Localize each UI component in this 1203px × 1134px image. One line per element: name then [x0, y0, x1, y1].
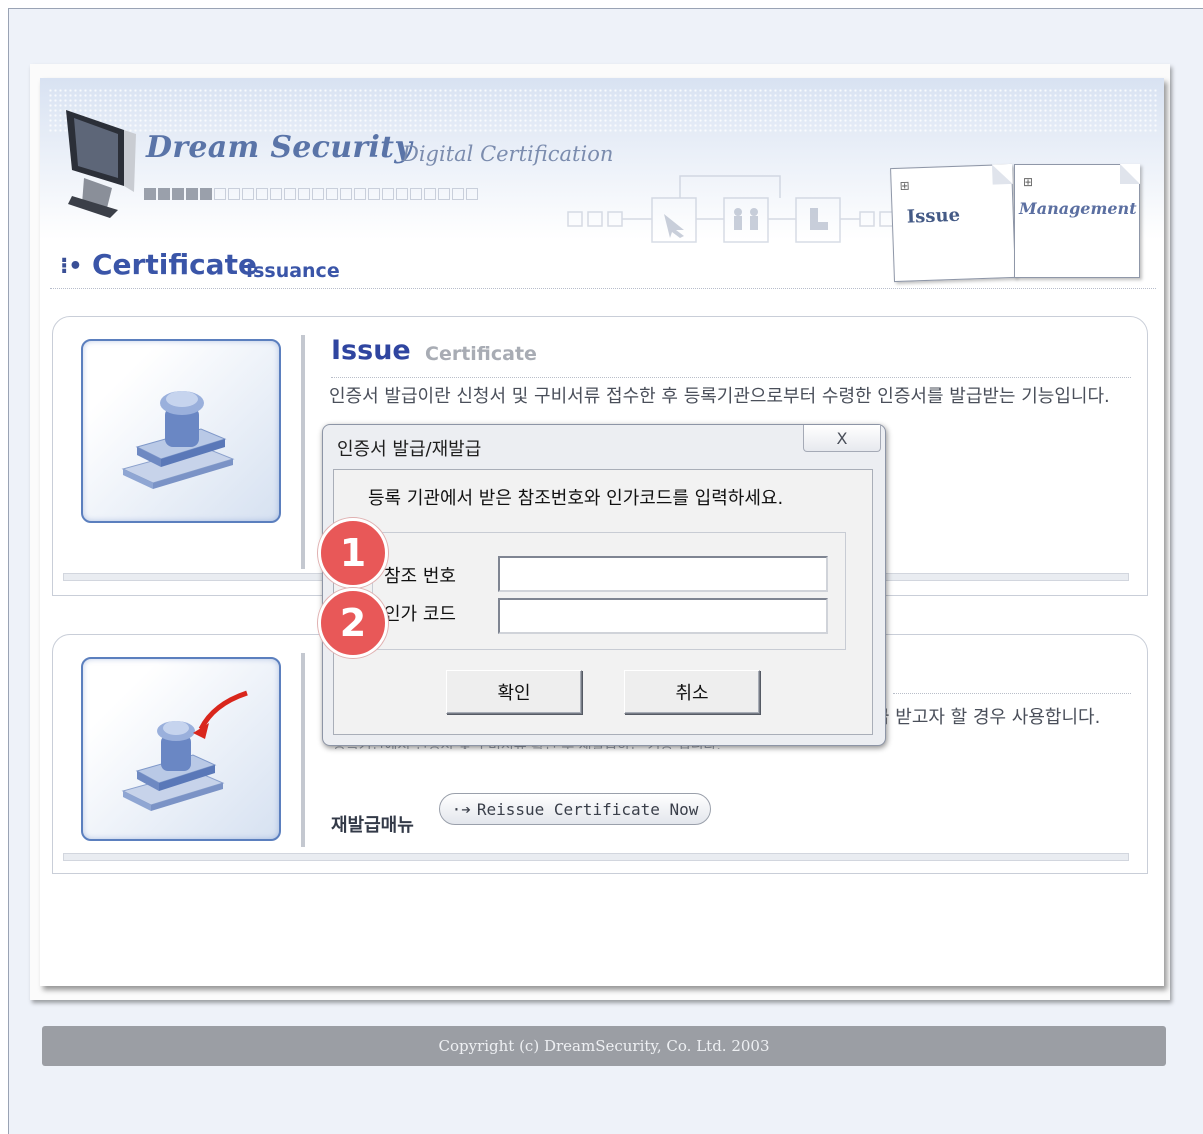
section-divider	[50, 288, 1156, 289]
authorization-code-input[interactable]	[498, 598, 828, 634]
vertical-divider	[301, 653, 305, 847]
step-2-badge: 2	[318, 588, 388, 658]
cancel-button[interactable]: 취소	[624, 670, 760, 714]
plus-box-icon: ⊞	[899, 178, 910, 193]
section-bullet-icon: ⁝•	[60, 254, 83, 279]
reissue-image-box[interactable]	[81, 657, 281, 841]
progress-square	[284, 188, 296, 200]
section-title: Certificate	[92, 248, 257, 281]
progress-square	[438, 188, 450, 200]
dialog-instruction: 등록 기관에서 받은 참조번호와 인가코드를 입력하세요.	[368, 488, 784, 509]
reissue-description-tail: 급 받고자 할 경우 사용합니다.	[873, 707, 1101, 728]
progress-square	[354, 188, 366, 200]
brand-title: Dream Security	[146, 130, 413, 165]
progress-square	[256, 188, 268, 200]
progress-square	[242, 188, 254, 200]
reissue-divider	[893, 693, 1131, 694]
monitor-icon	[66, 110, 136, 218]
tab-management-label: Management	[1019, 199, 1137, 218]
progress-squares	[144, 188, 478, 200]
progress-square	[466, 188, 478, 200]
footer-bar: Copyright (c) DreamSecurity, Co. Ltd. 20…	[42, 1026, 1166, 1066]
issue-image-box[interactable]	[81, 339, 281, 523]
dialog-titlebar[interactable]: 인증서 발급/재발급 X	[323, 425, 885, 465]
header-dot-pattern	[48, 88, 1158, 134]
progress-square	[298, 188, 310, 200]
dialog-body: 등록 기관에서 받은 참조번호와 인가코드를 입력하세요. 참조 번호 인가 코…	[333, 469, 873, 735]
plus-box-icon: ⊞	[1023, 175, 1034, 189]
progress-square	[228, 188, 240, 200]
progress-square	[396, 188, 408, 200]
reissue-menu-label: 재발급매뉴	[331, 815, 414, 836]
progress-square	[158, 188, 170, 200]
progress-square	[424, 188, 436, 200]
tab-management[interactable]: ⊞ Management	[1014, 164, 1140, 278]
section-subtitle: Issuance	[246, 260, 340, 282]
tab-issue-label: Issue	[906, 204, 961, 228]
progress-square	[326, 188, 338, 200]
certificate-dialog: 인증서 발급/재발급 X 등록 기관에서 받은 참조번호와 인가코드를 입력하세…	[322, 424, 886, 746]
vertical-divider	[301, 335, 305, 569]
reissue-stamp-icon	[121, 690, 248, 811]
reissue-button-label: Reissue Certificate Now	[476, 799, 699, 819]
progress-square	[172, 188, 184, 200]
arrow-bullet-icon: ·➔	[451, 799, 471, 819]
tab-issue[interactable]: ⊞ Issue	[890, 163, 1016, 283]
issue-divider	[331, 377, 1131, 378]
copyright-text: Copyright (c) DreamSecurity, Co. Ltd. 20…	[438, 1037, 770, 1055]
page-fold-corner	[1120, 164, 1140, 184]
progress-square	[382, 188, 394, 200]
progress-square	[312, 188, 324, 200]
progress-square	[144, 188, 156, 200]
issue-title: Issue	[331, 335, 411, 366]
issue-subtitle: Certificate	[425, 343, 537, 365]
progress-square	[214, 188, 226, 200]
dialog-title: 인증서 발급/재발급	[337, 439, 482, 460]
reissue-certificate-button[interactable]: ·➔ Reissue Certificate Now	[439, 793, 711, 825]
progress-square	[186, 188, 198, 200]
progress-square	[270, 188, 282, 200]
progress-square	[452, 188, 464, 200]
issue-description: 인증서 발급이란 신청서 및 구비서류 접수한 후 등록기관으로부터 수령한 인…	[329, 386, 1110, 407]
brand-subtitle: Digital Certification	[402, 142, 614, 166]
authorization-code-label: 인가 코드	[384, 604, 456, 625]
ok-button-label: 확인	[497, 683, 531, 704]
cancel-button-label: 취소	[675, 683, 709, 704]
close-button[interactable]: X	[803, 425, 881, 452]
page-fold-corner	[991, 163, 1013, 185]
stamp-icon	[121, 391, 235, 489]
reference-number-label: 참조 번호	[384, 566, 456, 587]
close-icon: X	[836, 428, 848, 448]
progress-square	[410, 188, 422, 200]
step-1-badge: 1	[318, 518, 388, 588]
progress-square	[200, 188, 212, 200]
reference-number-input[interactable]	[498, 556, 828, 592]
panel-bottom-bar	[63, 853, 1129, 861]
ok-button[interactable]: 확인	[446, 670, 582, 714]
progress-square	[368, 188, 380, 200]
progress-square	[340, 188, 352, 200]
